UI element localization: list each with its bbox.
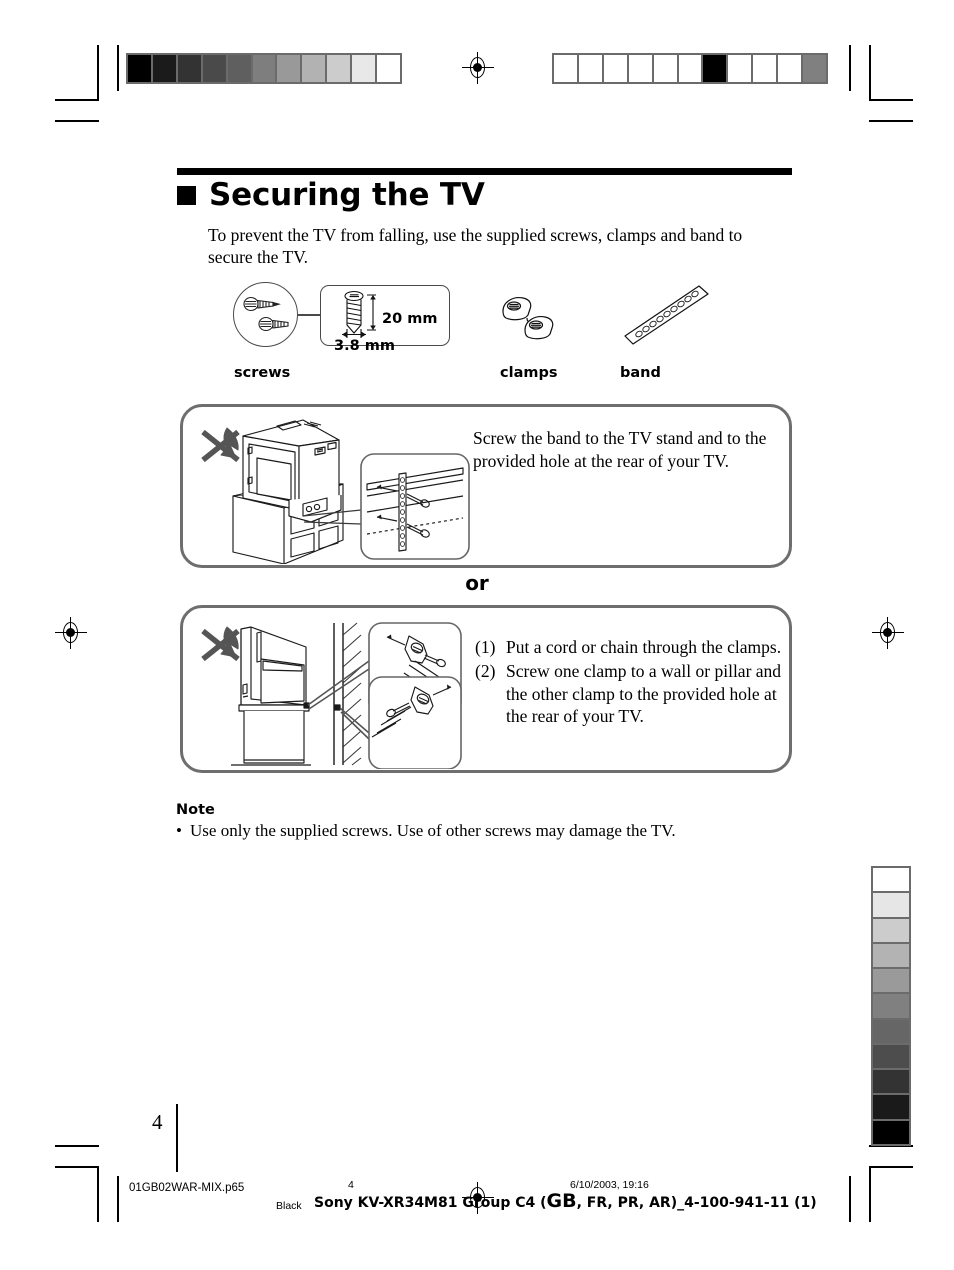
footer-job-prefix: Sony KV-XR34M81 Group C4 (: [314, 1195, 547, 1211]
footer-filename: 01GB02WAR-MIX.p65: [129, 1182, 245, 1194]
tv-near-wall-with-clamps-illustration: [201, 622, 462, 769]
list-item: (1) Put a cord or chain through the clam…: [475, 636, 787, 659]
supplied-parts-diagram: 20 mm 3.8 mm screws clamps band: [0, 276, 954, 386]
screw-diameter-label: 3.8 mm: [334, 338, 395, 354]
footer-job-suffix: , FR, PR, AR)_4-100-941-11 (1): [576, 1195, 817, 1211]
instruction-panel-band: Screw the band to the TV stand and to th…: [180, 404, 792, 568]
intro-paragraph: To prevent the TV from falling, use the …: [208, 225, 743, 268]
note-body: • Use only the supplied screws. Use of o…: [176, 820, 796, 841]
section-bullet-square-icon: [177, 186, 196, 205]
list-item: (2) Screw one clamp to a wall or pillar …: [475, 660, 787, 728]
step-number: (2): [475, 660, 496, 681]
note-heading: Note: [176, 802, 215, 818]
footer-job-gb: GB: [546, 1190, 577, 1212]
band-caption: band: [620, 365, 661, 381]
page-title-text: Securing the TV: [209, 177, 485, 213]
screws-caption: screws: [234, 365, 291, 381]
step-text: Screw one clamp to a wall or pillar and …: [506, 660, 782, 727]
panel-separator-or: or: [465, 571, 489, 595]
clamp-steps-list: (1) Put a cord or chain through the clam…: [475, 636, 787, 729]
screws-icon: [243, 296, 289, 332]
tv-on-stand-with-band-illustration: [201, 419, 470, 564]
screw-length-label: 20 mm: [382, 311, 438, 327]
page-title: Securing the TV: [177, 180, 485, 211]
bullet-icon: •: [176, 821, 182, 840]
page-content: Securing the TV To prevent the TV from f…: [0, 0, 954, 1270]
screws-detail-connector-line: [297, 314, 321, 316]
instruction-panel-clamps: (1) Put a cord or chain through the clam…: [180, 605, 792, 773]
page-margin-rule: [176, 1104, 178, 1172]
clamps-icon: [502, 297, 554, 340]
footer-plate-name: Black: [276, 1200, 302, 1212]
footer-job-title: Sony KV-XR34M81 Group C4 (GB, FR, PR, AR…: [314, 1190, 817, 1212]
page-number: 4: [152, 1110, 163, 1134]
band-icon: [624, 285, 709, 345]
clamps-caption: clamps: [500, 365, 558, 381]
step-text: Put a cord or chain through the clamps.: [506, 637, 782, 657]
panel-band-instruction-text: Screw the band to the TV stand and to th…: [473, 428, 767, 471]
heading-rule: [177, 168, 792, 175]
note-text: Use only the supplied screws. Use of oth…: [190, 821, 676, 840]
step-number: (1): [475, 637, 496, 657]
